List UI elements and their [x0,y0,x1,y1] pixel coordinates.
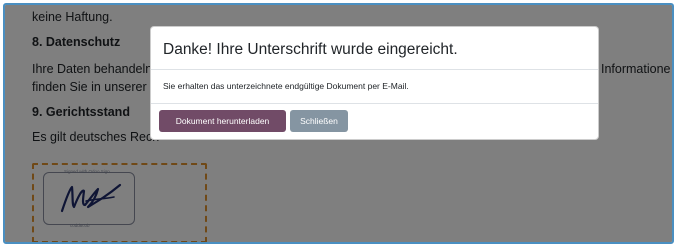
signature-confirmation-dialog: Danke! Ihre Unterschrift wurde eingereic… [150,26,599,140]
download-document-button[interactable]: Dokument herunterladen [159,110,286,132]
modal-body-text: Sie erhalten das unterzeichnete endgülti… [151,70,598,104]
modal-header: Danke! Ihre Unterschrift wurde eingereic… [151,27,598,70]
modal-title: Danke! Ihre Unterschrift wurde eingereic… [163,41,458,58]
modal-footer: Dokument herunterladen Schließen [151,104,598,132]
screenshot-frame: keine Haftung. 8. Datenschutz Ihre Daten… [3,3,674,244]
close-button[interactable]: Schließen [290,110,348,132]
